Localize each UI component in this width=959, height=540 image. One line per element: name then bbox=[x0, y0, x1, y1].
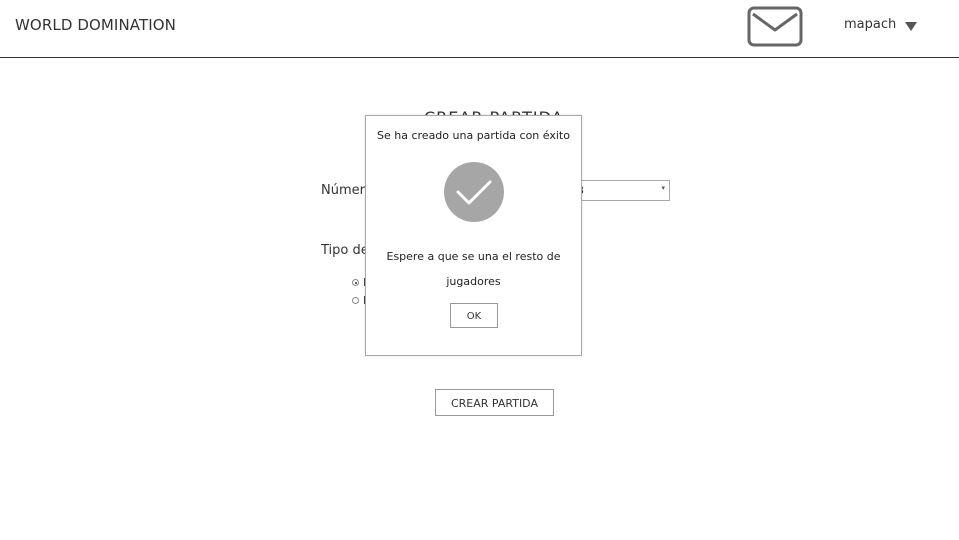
username-label: mapach bbox=[844, 17, 897, 32]
game-type-radio-2[interactable] bbox=[352, 297, 359, 304]
page: WORLD DOMINATION mapach CREAR PARTIDA Nú… bbox=[0, 0, 959, 540]
success-dialog: Se ha creado una partida con éxito Esper… bbox=[365, 115, 582, 356]
dialog-title: Se ha creado una partida con éxito bbox=[377, 129, 570, 142]
game-type-radio-1[interactable] bbox=[352, 279, 359, 286]
top-bar: WORLD DOMINATION mapach bbox=[0, 0, 959, 58]
ok-button[interactable]: OK bbox=[450, 303, 498, 328]
players-select[interactable]: 3 ▾ bbox=[570, 180, 670, 201]
checkmark-icon bbox=[444, 162, 504, 222]
mail-icon[interactable] bbox=[747, 6, 803, 47]
game-type-label: Tipo de bbox=[321, 243, 369, 258]
create-game-button[interactable]: CREAR PARTIDA bbox=[435, 389, 554, 416]
app-title: WORLD DOMINATION bbox=[15, 16, 176, 34]
user-menu[interactable]: mapach bbox=[844, 17, 918, 32]
caret-down-icon[interactable] bbox=[905, 21, 918, 31]
select-arrow-icon: ▾ bbox=[661, 184, 665, 192]
dialog-message: Espere a que se una el resto de jugadore… bbox=[386, 250, 561, 288]
